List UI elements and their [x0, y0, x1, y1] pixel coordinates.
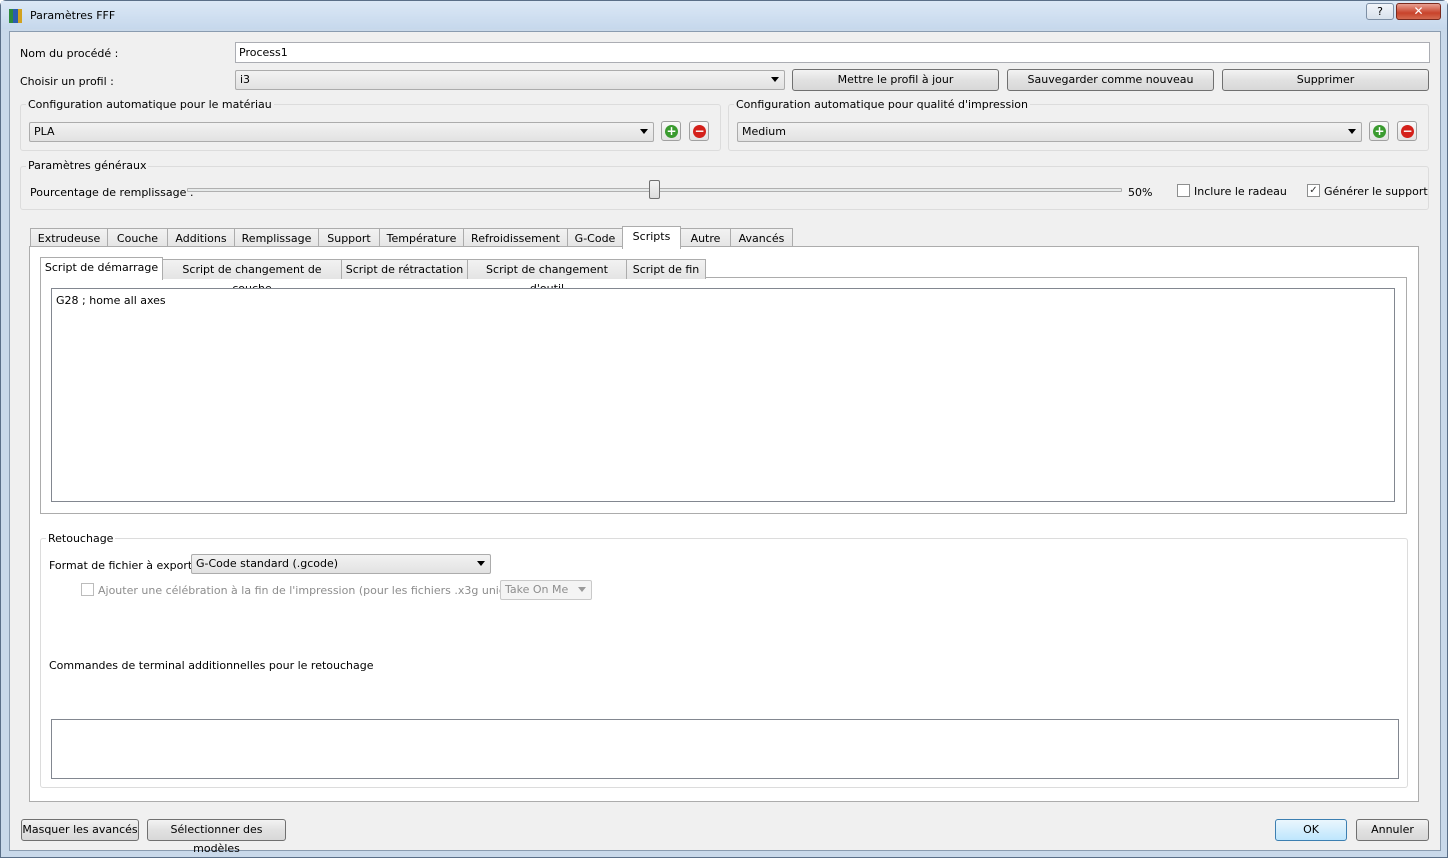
- chevron-down-icon: [477, 561, 485, 566]
- title-bar: Paramètres FFF ? ✕: [1, 1, 1447, 29]
- profile-label: Choisir un profil :: [20, 75, 114, 88]
- profile-select[interactable]: i3: [235, 70, 785, 90]
- update-profile-button[interactable]: Mettre le profil à jour: [792, 69, 999, 91]
- export-format-label: Format de fichier à exporter: [49, 559, 204, 572]
- chevron-down-icon: [771, 77, 779, 82]
- chevron-down-icon: [640, 129, 648, 134]
- process-name-label: Nom du procédé :: [20, 47, 119, 60]
- celebration-checkbox[interactable]: [81, 583, 94, 596]
- terminal-commands-label: Commandes de terminal additionnelles pou…: [49, 659, 374, 672]
- plus-icon: +: [1373, 124, 1386, 138]
- ok-button[interactable]: OK: [1275, 819, 1347, 841]
- quality-select-value: Medium: [742, 125, 786, 138]
- tab-5[interactable]: Support: [318, 228, 380, 248]
- tab-7[interactable]: Refroidissement: [463, 228, 568, 248]
- celebration-song-select[interactable]: Take On Me: [500, 580, 592, 600]
- start-script-editor[interactable]: G28 ; home all axes: [51, 288, 1395, 502]
- profile-select-value: i3: [240, 73, 251, 86]
- material-select[interactable]: PLA: [29, 122, 654, 142]
- add-quality-button[interactable]: +: [1369, 121, 1389, 141]
- support-checkbox[interactable]: ✓: [1307, 184, 1320, 197]
- minus-icon: −: [693, 124, 706, 138]
- close-button[interactable]: ✕: [1396, 3, 1441, 20]
- tab-2[interactable]: Couche: [107, 228, 168, 248]
- export-format-value: G-Code standard (.gcode): [196, 557, 339, 570]
- add-material-button[interactable]: +: [661, 121, 681, 141]
- infill-value: 50%: [1128, 186, 1153, 199]
- app-icon: [9, 9, 23, 23]
- quality-select[interactable]: Medium: [737, 122, 1362, 142]
- checkmark-icon: ✓: [1309, 185, 1318, 196]
- close-icon: ✕: [1413, 4, 1424, 18]
- quality-group-title: Configuration automatique pour qualité d…: [734, 98, 1031, 111]
- script-tab-3[interactable]: Script de rétractation: [341, 259, 468, 279]
- window-title: Paramètres FFF: [30, 9, 116, 22]
- process-name-input[interactable]: Process1: [235, 42, 1430, 63]
- material-select-value: PLA: [34, 125, 55, 138]
- support-label: Générer le support: [1324, 185, 1428, 198]
- tab-8[interactable]: G-Code: [567, 228, 623, 248]
- material-group-title: Configuration automatique pour le matéri…: [26, 98, 274, 111]
- tab-4[interactable]: Remplissage: [234, 228, 319, 248]
- postprocess-group-title: Retouchage: [46, 532, 116, 545]
- help-button[interactable]: ?: [1366, 3, 1394, 20]
- script-tab-1[interactable]: Script de démarrage: [40, 257, 163, 280]
- raft-label: Inclure le radeau: [1194, 185, 1287, 198]
- infill-label: Pourcentage de remplissage :: [30, 186, 194, 199]
- script-tab-4[interactable]: Script de changement d'outil: [467, 259, 627, 295]
- delete-profile-button[interactable]: Supprimer: [1222, 69, 1429, 91]
- tab-3[interactable]: Additions: [167, 228, 235, 248]
- tab-11[interactable]: Avancés: [730, 228, 793, 248]
- infill-slider-handle[interactable]: [649, 180, 660, 199]
- tab-1[interactable]: Extrudeuse: [30, 228, 108, 248]
- export-format-select[interactable]: G-Code standard (.gcode): [191, 554, 491, 574]
- hide-advanced-button[interactable]: Masquer les avancés: [21, 819, 139, 841]
- plus-icon: +: [665, 124, 678, 138]
- remove-quality-button[interactable]: −: [1397, 121, 1417, 141]
- cancel-button[interactable]: Annuler: [1356, 819, 1429, 841]
- tab-6[interactable]: Température: [379, 228, 464, 248]
- dialog-window: Paramètres FFF ? ✕ Nom du procédé : Proc…: [0, 0, 1448, 858]
- script-tab-2[interactable]: Script de changement de couche: [162, 259, 342, 295]
- tab-10[interactable]: Autre: [680, 228, 731, 248]
- tab-9[interactable]: Scripts: [622, 226, 681, 249]
- celebration-label: Ajouter une célébration à la fin de l'im…: [98, 584, 553, 597]
- chevron-down-icon: [1348, 129, 1356, 134]
- chevron-down-icon: [578, 587, 586, 592]
- raft-checkbox[interactable]: [1177, 184, 1190, 197]
- celebration-song-value: Take On Me: [505, 583, 569, 596]
- general-group-title: Paramètres généraux: [26, 159, 149, 172]
- dialog-client: Nom du procédé : Process1 Choisir un pro…: [9, 31, 1441, 855]
- save-as-new-button[interactable]: Sauvegarder comme nouveau: [1007, 69, 1214, 91]
- terminal-commands-input[interactable]: [51, 719, 1399, 779]
- minus-icon: −: [1401, 124, 1414, 138]
- remove-material-button[interactable]: −: [689, 121, 709, 141]
- script-tab-5[interactable]: Script de fin: [626, 259, 706, 279]
- select-models-button[interactable]: Sélectionner des modèles: [147, 819, 286, 855]
